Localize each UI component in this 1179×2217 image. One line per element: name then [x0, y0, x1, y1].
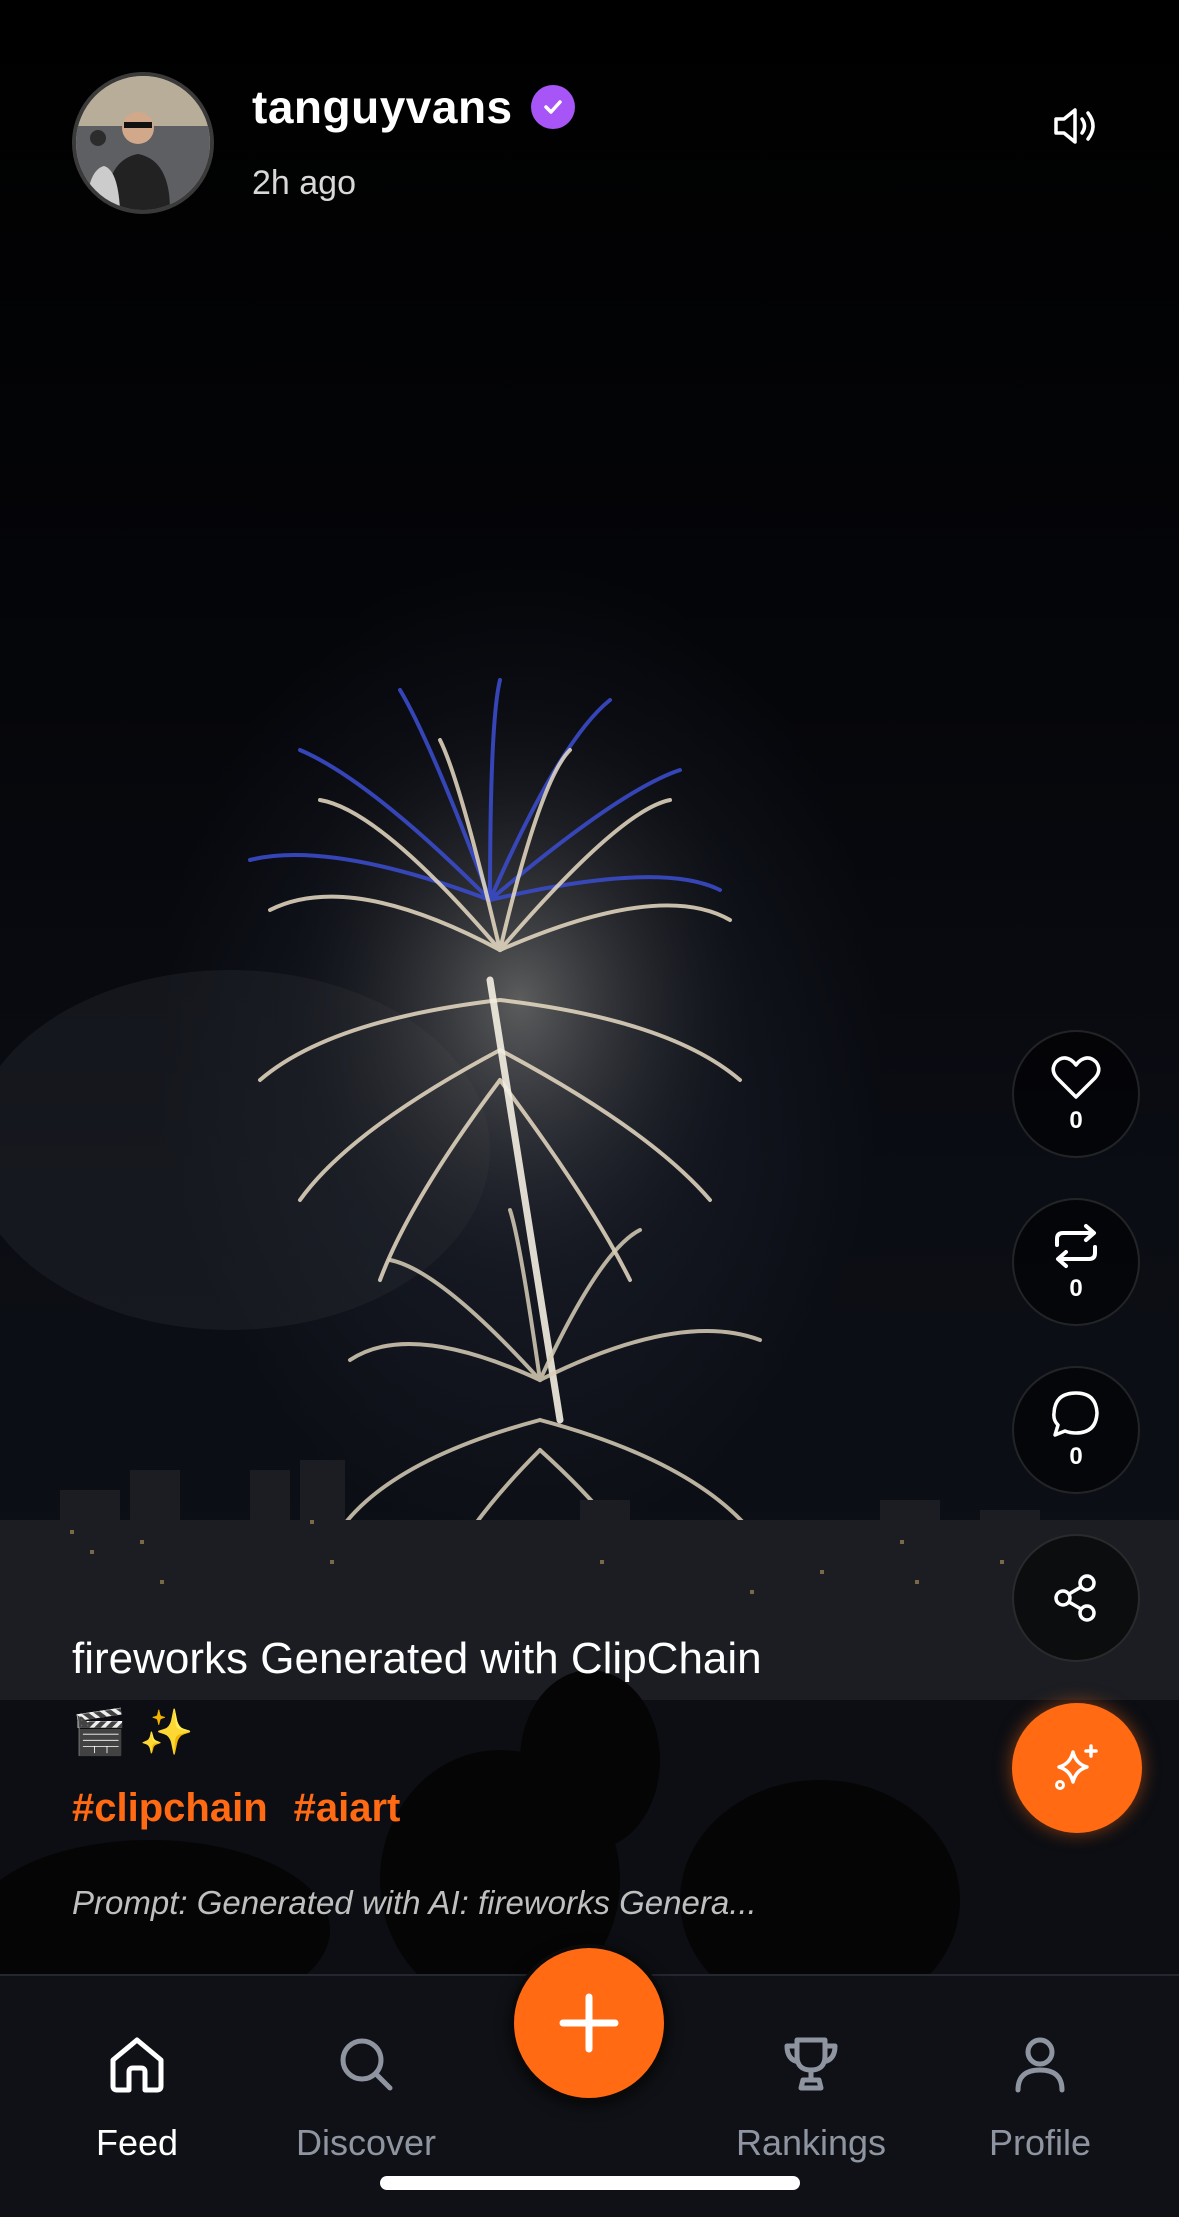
home-indicator[interactable] — [380, 2176, 800, 2190]
nav-label: Feed — [95, 2122, 179, 2163]
user-icon — [1015, 2037, 1065, 2093]
sparkle-icon — [1055, 1744, 1098, 1790]
post-time: 2h ago — [252, 164, 356, 202]
comment-button[interactable]: 0 — [1012, 1366, 1140, 1494]
heart-icon — [1051, 1056, 1101, 1099]
speaker-icon — [1054, 108, 1095, 144]
comment-bubble-icon — [1052, 1391, 1099, 1437]
ai-generate-button[interactable] — [1012, 1703, 1142, 1833]
share-icon — [1054, 1574, 1096, 1622]
post-author[interactable]: tanguyvans — [252, 80, 575, 134]
prompt-text[interactable]: Prompt: Generated with AI: fireworks Gen… — [72, 1884, 757, 1922]
share-button[interactable] — [1012, 1534, 1140, 1662]
hashtag-link[interactable]: #aiart — [294, 1786, 401, 1831]
avatar[interactable] — [72, 72, 214, 214]
verified-badge-icon — [530, 85, 575, 129]
create-post-button[interactable] — [510, 1944, 668, 2102]
caption-emojis: 🎬 ✨ — [72, 1708, 194, 1757]
comment-count: 0 — [1069, 1443, 1083, 1470]
like-count: 0 — [1069, 1107, 1083, 1134]
plus-icon — [559, 1993, 619, 2053]
avatar-photo — [76, 76, 210, 210]
feed-screen: tanguyvans 2h ago 0 0 0 fireworks Genera… — [0, 0, 1179, 2217]
caption-line: fireworks Generated with ClipChain — [72, 1634, 762, 1683]
hashtag-list: #clipchain #aiart — [72, 1786, 400, 1831]
repost-button[interactable]: 0 — [1012, 1198, 1140, 1326]
trophy-icon — [784, 2037, 838, 2091]
repost-count: 0 — [1069, 1275, 1083, 1302]
like-button[interactable]: 0 — [1012, 1030, 1140, 1158]
hashtag-link[interactable]: #clipchain — [72, 1786, 268, 1831]
nav-label: Discover — [295, 2122, 437, 2163]
username[interactable]: tanguyvans — [252, 80, 513, 134]
sound-toggle-button[interactable] — [1050, 100, 1102, 152]
home-icon — [110, 2037, 164, 2093]
nav-label: Profile — [988, 2122, 1092, 2163]
post-caption: fireworks Generated with ClipChain 🎬 ✨ — [72, 1622, 912, 1770]
nav-label: Rankings — [735, 2122, 887, 2163]
repost-icon — [1055, 1224, 1097, 1268]
search-icon — [340, 2038, 393, 2091]
